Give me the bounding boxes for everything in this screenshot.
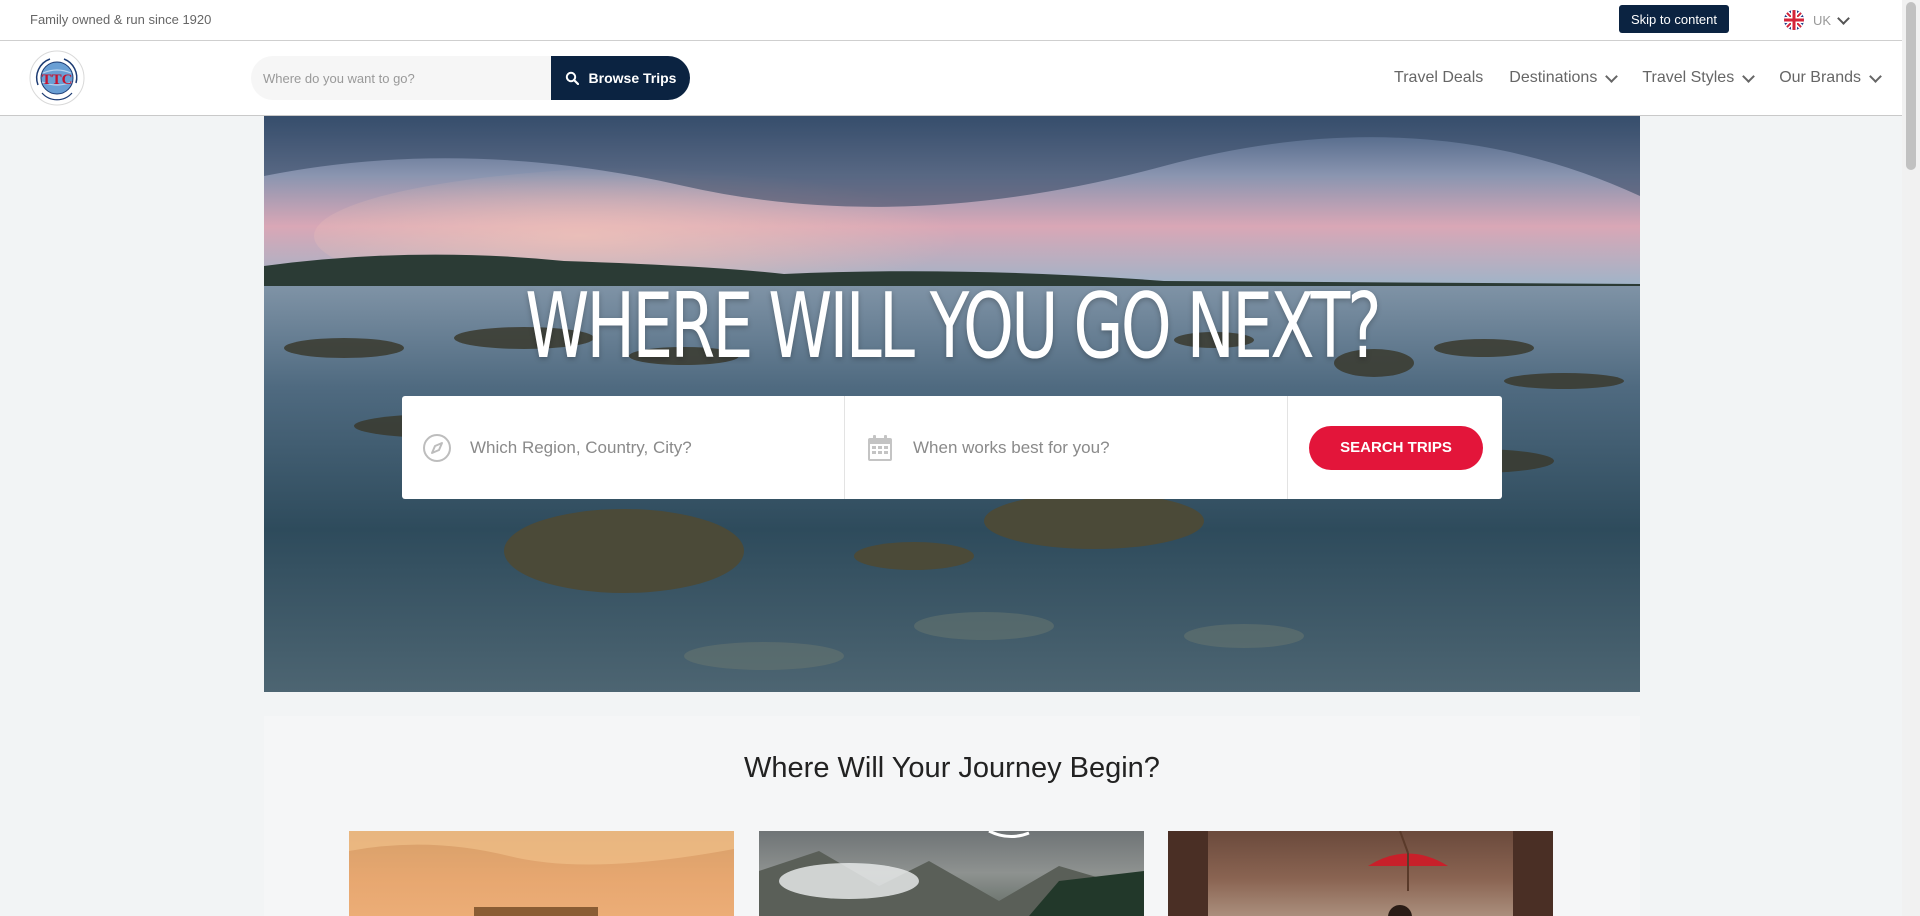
vertical-scrollbar[interactable]: [1902, 0, 1920, 916]
locale-label: UK: [1813, 12, 1832, 28]
destination-card[interactable]: [1168, 831, 1553, 916]
chevron-down-icon: [1605, 69, 1619, 83]
nav-label: Our Brands: [1779, 69, 1861, 86]
chevron-down-icon: [1837, 11, 1850, 25]
nav-label: Destinations: [1509, 69, 1598, 86]
nav-destinations[interactable]: Destinations: [1509, 69, 1619, 87]
trip-finder: SEARCH TRIPS: [402, 396, 1502, 499]
card-image: [759, 831, 1144, 916]
browse-trips-label: Browse Trips: [588, 70, 677, 86]
card-image: [1168, 831, 1553, 916]
card-image: [349, 831, 734, 916]
header-search-input[interactable]: [251, 56, 551, 100]
destination-field: [402, 396, 845, 499]
top-utility-bar: Family owned & run since 1920 Skip to co…: [0, 0, 1902, 41]
search-trips-button[interactable]: SEARCH TRIPS: [1309, 425, 1483, 470]
page: Family owned & run since 1920 Skip to co…: [0, 0, 1902, 916]
nav-label: Travel Deals: [1394, 69, 1484, 86]
search-icon: [565, 71, 579, 85]
destination-card[interactable]: [349, 831, 734, 916]
journey-title: Where Will Your Journey Begin?: [744, 752, 1160, 784]
header-search: Browse Trips: [251, 56, 690, 100]
ttc-logo[interactable]: TTC: [28, 49, 86, 107]
chevron-down-icon: [1742, 69, 1756, 83]
date-input[interactable]: [911, 436, 1255, 459]
tagline: Family owned & run since 1920: [30, 12, 212, 27]
scrollbar-thumb[interactable]: [1906, 2, 1916, 170]
hero-banner: WHERE WILL YOU GO NEXT? Which Region, Co…: [264, 116, 1640, 692]
main-nav: Travel Deals Destinations Travel Styles …: [1394, 41, 1902, 115]
nav-travel-deals[interactable]: Travel Deals: [1394, 69, 1483, 87]
browse-trips-button[interactable]: Browse Trips: [551, 56, 690, 100]
locale-selector[interactable]: UK: [1783, 9, 1850, 31]
compass-icon: [423, 433, 451, 462]
destination-input[interactable]: [468, 436, 812, 459]
date-field: [845, 396, 1288, 499]
chevron-down-icon: [1869, 69, 1882, 83]
journey-section: Where Will Your Journey Begin?: [264, 716, 1640, 916]
uk-flag-icon: [1784, 10, 1804, 30]
svg-text:TTC: TTC: [42, 72, 73, 88]
nav-travel-styles[interactable]: Travel Styles: [1642, 69, 1756, 87]
calendar-icon: [868, 434, 892, 461]
nav-our-brands[interactable]: Our Brands: [1779, 69, 1882, 87]
skip-to-content-button[interactable]: Skip to content: [1619, 5, 1729, 33]
main-header: TTC Browse Trips Travel Deals Destinatio…: [0, 41, 1902, 116]
nav-label: Travel Styles: [1642, 69, 1735, 86]
hero-title: WHERE WILL YOU GO NEXT?: [525, 274, 1381, 379]
destination-card[interactable]: [759, 831, 1144, 916]
